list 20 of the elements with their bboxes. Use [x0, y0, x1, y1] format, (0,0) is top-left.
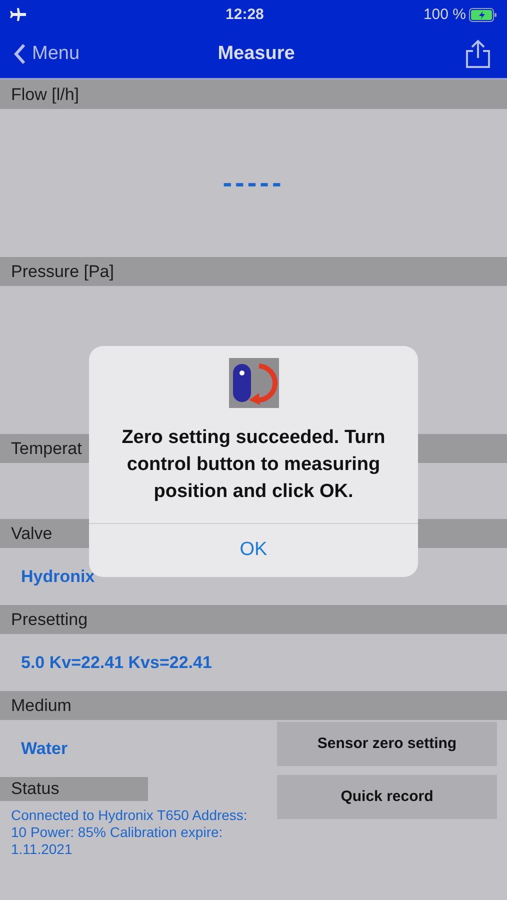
battery-percent: 100 % — [423, 4, 466, 25]
status-time: 12:28 — [226, 4, 264, 25]
section-header: Flow [l/h] — [0, 80, 507, 109]
back-button[interactable]: Menu — [14, 40, 80, 68]
action-button[interactable]: Sensor zero setting — [277, 722, 497, 766]
status-header: Status — [0, 777, 148, 801]
flow-reading: ----- — [222, 166, 284, 200]
section-header: Medium — [0, 691, 507, 720]
section-header: Presetting — [0, 605, 507, 634]
action-button[interactable]: Quick record — [277, 775, 497, 819]
medium-value[interactable]: Water — [21, 736, 68, 762]
section-header: Pressure [Pa] — [0, 257, 507, 286]
section-value[interactable]: 5.0 Kv=22.41 Kvs=22.41 — [21, 650, 212, 676]
status-text: Connected to Hydronix T650 Address: 10 Power: 85% Calibration expire: 1.11.2021 — [10, 806, 248, 858]
share-icon — [464, 39, 491, 69]
nav-title: Measure — [218, 42, 295, 66]
battery-icon — [468, 8, 497, 22]
chevron-left-icon — [14, 43, 26, 65]
app-logo-icon — [228, 358, 278, 408]
airplane-icon — [10, 8, 26, 22]
